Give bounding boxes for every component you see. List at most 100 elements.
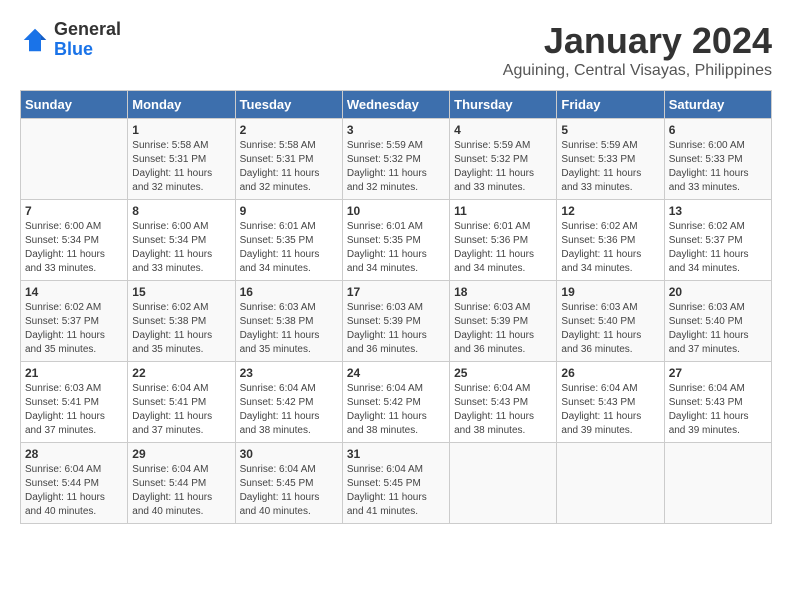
- col-header-tuesday: Tuesday: [235, 91, 342, 119]
- day-number: 11: [454, 204, 552, 218]
- col-header-saturday: Saturday: [664, 91, 771, 119]
- col-header-thursday: Thursday: [450, 91, 557, 119]
- day-detail: Sunrise: 6:04 AMSunset: 5:43 PMDaylight:…: [454, 382, 552, 438]
- day-cell: [21, 119, 128, 200]
- day-cell: 29Sunrise: 6:04 AMSunset: 5:44 PMDayligh…: [128, 443, 235, 524]
- day-detail: Sunrise: 6:04 AMSunset: 5:45 PMDaylight:…: [347, 463, 445, 519]
- day-cell: 18 Sunrise: 6:03 AMSunset: 5:39 PMDayligh…: [450, 281, 557, 362]
- day-number: 22: [132, 366, 230, 380]
- day-cell: 22 Sunrise: 6:04 AMSunset: 5:41 PMDayligh…: [128, 362, 235, 443]
- day-cell: 26Sunrise: 6:04 AMSunset: 5:43 PMDayligh…: [557, 362, 664, 443]
- day-number: 9: [240, 204, 338, 218]
- day-detail: Sunrise: 6:02 AMSunset: 5:38 PMDaylight:…: [132, 301, 230, 357]
- day-detail: Sunrise: 6:04 AMSunset: 5:45 PMDaylight:…: [240, 463, 338, 519]
- day-cell: 21 Sunrise: 6:03 AMSunset: 5:41 PMDayligh…: [21, 362, 128, 443]
- day-detail: Sunrise: 6:03 AMSunset: 5:40 PMDaylight:…: [561, 301, 659, 357]
- day-detail: Sunrise: 6:03 AMSunset: 5:38 PMDaylight:…: [240, 301, 338, 357]
- day-number: 10: [347, 204, 445, 218]
- day-number: 20: [669, 285, 767, 299]
- day-detail: Sunrise: 6:02 AMSunset: 5:37 PMDaylight:…: [25, 301, 123, 357]
- week-row-2: 7 Sunrise: 6:00 AMSunset: 5:34 PMDaylight…: [21, 200, 772, 281]
- day-number: 27: [669, 366, 767, 380]
- page-header: General Blue January 2024 Aguining, Cent…: [20, 20, 772, 80]
- col-header-sunday: Sunday: [21, 91, 128, 119]
- day-cell: 25 Sunrise: 6:04 AMSunset: 5:43 PMDayligh…: [450, 362, 557, 443]
- day-number: 24: [347, 366, 445, 380]
- day-number: 28: [25, 447, 123, 461]
- logo-icon: [20, 25, 50, 55]
- day-number: 30: [240, 447, 338, 461]
- month-title: January 2024: [503, 20, 772, 62]
- day-number: 14: [25, 285, 123, 299]
- day-detail: Sunrise: 6:00 AMSunset: 5:34 PMDaylight:…: [132, 220, 230, 276]
- day-number: 25: [454, 366, 552, 380]
- day-number: 3: [347, 123, 445, 137]
- day-cell: 27 Sunrise: 6:04 AMSunset: 5:43 PMDayligh…: [664, 362, 771, 443]
- day-detail: Sunrise: 5:59 AMSunset: 5:32 PMDaylight:…: [454, 139, 552, 195]
- day-detail: Sunrise: 5:58 AMSunset: 5:31 PMDaylight:…: [240, 139, 338, 195]
- day-cell: 5 Sunrise: 5:59 AMSunset: 5:33 PMDaylight…: [557, 119, 664, 200]
- day-number: 2: [240, 123, 338, 137]
- calendar-table: SundayMondayTuesdayWednesdayThursdayFrid…: [20, 90, 772, 524]
- col-header-wednesday: Wednesday: [342, 91, 449, 119]
- day-detail: Sunrise: 6:04 AMSunset: 5:44 PMDaylight:…: [25, 463, 123, 519]
- day-detail: Sunrise: 6:04 AMSunset: 5:42 PMDaylight:…: [240, 382, 338, 438]
- day-cell: 19Sunrise: 6:03 AMSunset: 5:40 PMDayligh…: [557, 281, 664, 362]
- day-cell: 14 Sunrise: 6:02 AMSunset: 5:37 PMDayligh…: [21, 281, 128, 362]
- day-detail: Sunrise: 6:04 AMSunset: 5:42 PMDaylight:…: [347, 382, 445, 438]
- day-cell: 28 Sunrise: 6:04 AMSunset: 5:44 PMDayligh…: [21, 443, 128, 524]
- day-cell: 30 Sunrise: 6:04 AMSunset: 5:45 PMDayligh…: [235, 443, 342, 524]
- day-detail: Sunrise: 5:58 AMSunset: 5:31 PMDaylight:…: [132, 139, 230, 195]
- day-detail: Sunrise: 6:03 AMSunset: 5:39 PMDaylight:…: [347, 301, 445, 357]
- week-row-3: 14 Sunrise: 6:02 AMSunset: 5:37 PMDayligh…: [21, 281, 772, 362]
- day-detail: Sunrise: 6:01 AMSunset: 5:35 PMDaylight:…: [240, 220, 338, 276]
- day-detail: Sunrise: 6:00 AMSunset: 5:33 PMDaylight:…: [669, 139, 767, 195]
- day-detail: Sunrise: 6:03 AMSunset: 5:41 PMDaylight:…: [25, 382, 123, 438]
- day-number: 7: [25, 204, 123, 218]
- day-cell: [557, 443, 664, 524]
- day-number: 23: [240, 366, 338, 380]
- day-number: 21: [25, 366, 123, 380]
- day-cell: 8 Sunrise: 6:00 AMSunset: 5:34 PMDaylight…: [128, 200, 235, 281]
- day-number: 31: [347, 447, 445, 461]
- day-cell: 17Sunrise: 6:03 AMSunset: 5:39 PMDayligh…: [342, 281, 449, 362]
- day-cell: 10Sunrise: 6:01 AMSunset: 5:35 PMDayligh…: [342, 200, 449, 281]
- day-cell: 31 Sunrise: 6:04 AMSunset: 5:45 PMDayligh…: [342, 443, 449, 524]
- day-number: 5: [561, 123, 659, 137]
- day-detail: Sunrise: 6:01 AMSunset: 5:36 PMDaylight:…: [454, 220, 552, 276]
- day-cell: 12Sunrise: 6:02 AMSunset: 5:36 PMDayligh…: [557, 200, 664, 281]
- day-cell: 15 Sunrise: 6:02 AMSunset: 5:38 PMDayligh…: [128, 281, 235, 362]
- day-detail: Sunrise: 6:04 AMSunset: 5:43 PMDaylight:…: [561, 382, 659, 438]
- day-cell: 9 Sunrise: 6:01 AMSunset: 5:35 PMDaylight…: [235, 200, 342, 281]
- day-cell: 7Sunrise: 6:00 AMSunset: 5:34 PMDaylight…: [21, 200, 128, 281]
- day-number: 13: [669, 204, 767, 218]
- day-detail: Sunrise: 6:04 AMSunset: 5:43 PMDaylight:…: [669, 382, 767, 438]
- day-cell: 16 Sunrise: 6:03 AMSunset: 5:38 PMDayligh…: [235, 281, 342, 362]
- day-number: 18: [454, 285, 552, 299]
- day-cell: [664, 443, 771, 524]
- day-detail: Sunrise: 6:03 AMSunset: 5:39 PMDaylight:…: [454, 301, 552, 357]
- day-number: 15: [132, 285, 230, 299]
- day-detail: Sunrise: 6:04 AMSunset: 5:41 PMDaylight:…: [132, 382, 230, 438]
- day-cell: [450, 443, 557, 524]
- day-cell: 20Sunrise: 6:03 AMSunset: 5:40 PMDayligh…: [664, 281, 771, 362]
- day-number: 4: [454, 123, 552, 137]
- day-cell: 6 Sunrise: 6:00 AMSunset: 5:33 PMDaylight…: [664, 119, 771, 200]
- week-row-4: 21 Sunrise: 6:03 AMSunset: 5:41 PMDayligh…: [21, 362, 772, 443]
- location-subtitle: Aguining, Central Visayas, Philippines: [503, 62, 772, 80]
- logo-text: General Blue: [54, 20, 121, 60]
- col-header-monday: Monday: [128, 91, 235, 119]
- day-detail: Sunrise: 5:59 AMSunset: 5:33 PMDaylight:…: [561, 139, 659, 195]
- day-cell: 11 Sunrise: 6:01 AMSunset: 5:36 PMDayligh…: [450, 200, 557, 281]
- day-cell: 3 Sunrise: 5:59 AMSunset: 5:32 PMDaylight…: [342, 119, 449, 200]
- day-detail: Sunrise: 5:59 AMSunset: 5:32 PMDaylight:…: [347, 139, 445, 195]
- day-number: 8: [132, 204, 230, 218]
- day-detail: Sunrise: 6:04 AMSunset: 5:44 PMDaylight:…: [132, 463, 230, 519]
- day-cell: 23 Sunrise: 6:04 AMSunset: 5:42 PMDayligh…: [235, 362, 342, 443]
- day-number: 16: [240, 285, 338, 299]
- day-number: 1: [132, 123, 230, 137]
- day-detail: Sunrise: 6:02 AMSunset: 5:36 PMDaylight:…: [561, 220, 659, 276]
- col-header-friday: Friday: [557, 91, 664, 119]
- day-cell: 24 Sunrise: 6:04 AMSunset: 5:42 PMDayligh…: [342, 362, 449, 443]
- day-number: 6: [669, 123, 767, 137]
